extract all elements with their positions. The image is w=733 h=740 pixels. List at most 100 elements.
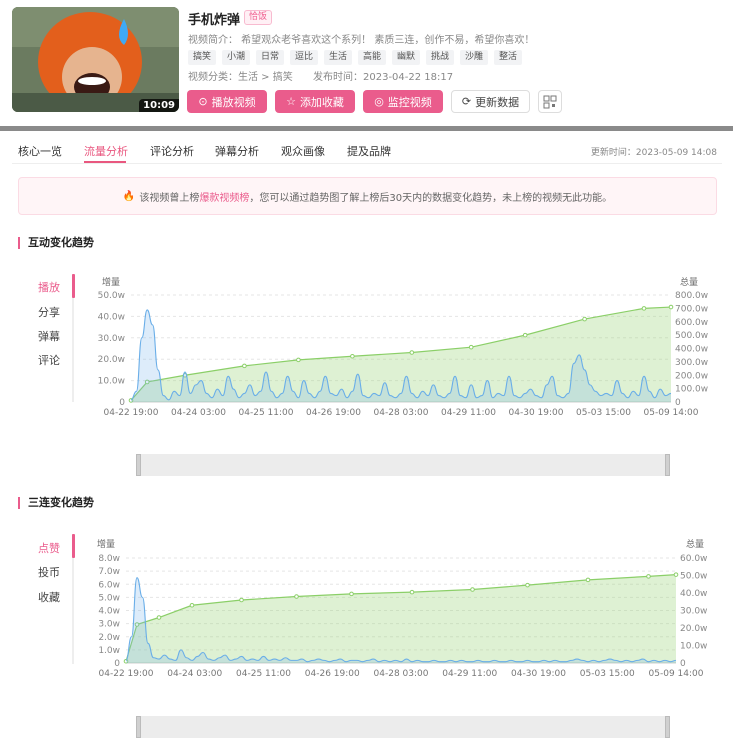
right-tick-label: 400.0w (675, 345, 708, 355)
total-point (470, 587, 475, 592)
refresh-data-button[interactable]: ⟳ 更新数据 (451, 90, 530, 113)
tag[interactable]: 逗比 (290, 50, 319, 65)
sponsored-badge: 恰饭 (244, 10, 273, 25)
tab-traffic[interactable]: 流量分析 (84, 143, 128, 159)
x-tick-label: 04-22 19:00 (104, 408, 159, 418)
chart-range-scroller[interactable] (136, 716, 670, 738)
left-tick-label: 7.0w (98, 567, 120, 577)
ranking-link[interactable]: 爆款视频榜 (199, 189, 249, 204)
right-tick-label: 60.0w (680, 554, 707, 564)
video-thumbnail[interactable]: 10:09 (12, 7, 179, 112)
play-video-button[interactable]: ⊙ 播放视频 (187, 90, 267, 113)
total-point (468, 344, 474, 350)
right-tick-label: 20.0w (680, 624, 707, 634)
total-point (673, 572, 679, 577)
monitor-video-button[interactable]: ◎ 监控视频 (363, 90, 443, 113)
tag[interactable]: 高能 (358, 50, 387, 65)
total-point (668, 304, 674, 310)
publish-time: 发布时间：2023-04-22 18:17 (313, 72, 454, 83)
left-tick-label: 0 (119, 398, 125, 408)
qrcode-button[interactable] (538, 90, 562, 113)
x-tick-label: 04-24 03:00 (167, 669, 222, 679)
tag[interactable]: 小潮 (222, 50, 251, 65)
left-tick-label: 0 (114, 659, 120, 669)
tag[interactable]: 生活 (324, 50, 353, 65)
right-tick-label: 0 (680, 659, 686, 669)
total-point (582, 316, 587, 322)
scroller-handle-left[interactable] (136, 716, 141, 738)
x-tick-label: 04-29 11:00 (441, 408, 496, 418)
right-tick-label: 800.0w (675, 291, 708, 301)
tag[interactable]: 日常 (256, 50, 285, 65)
tab-comments[interactable]: 评论分析 (150, 143, 194, 159)
triple-trend-chart[interactable]: 0 1.0w 2.0w 3.0w 4.0w 5.0w 6.0w 7.0w 8.0w 0 10.0w 2… (0, 548, 733, 688)
total-point (585, 577, 591, 583)
x-tick-label: 04-25 11:00 (236, 669, 291, 679)
tab-core[interactable]: 核心一览 (18, 143, 62, 159)
total-point (646, 574, 651, 579)
tab-audience[interactable]: 观众画像 (281, 143, 325, 159)
scroller-handle-right[interactable] (665, 716, 670, 738)
chart-range-scroller[interactable] (136, 454, 670, 476)
monitor-label: 监控视频 (387, 95, 432, 109)
right-tick-label: 10.0w (680, 642, 707, 652)
left-tick-label: 10.0w (98, 377, 125, 387)
x-tick-label: 04-24 03:00 (171, 408, 226, 418)
left-tick-label: 30.0w (98, 334, 125, 344)
total-point (242, 363, 247, 369)
x-tick-label: 04-28 03:00 (374, 669, 429, 679)
right-tick-label: 100.0w (675, 385, 708, 395)
x-tick-label: 04-30 19:00 (509, 408, 564, 418)
total-point (522, 332, 528, 338)
add-favorite-button[interactable]: ☆ 添加收藏 (275, 90, 355, 113)
total-point (156, 615, 162, 620)
tag[interactable]: 挑战 (426, 50, 455, 65)
video-category: 视频分类：生活 > 搞笑 (188, 72, 293, 83)
x-tick-label: 05-03 15:00 (580, 669, 635, 679)
play-label: 播放视频 (211, 95, 256, 109)
right-tick-label: 30.0w (680, 607, 707, 617)
scroller-handle-left[interactable] (136, 454, 141, 476)
right-tick-label: 500.0w (675, 331, 708, 341)
total-point (189, 602, 195, 608)
left-tick-label: 8.0w (98, 554, 120, 564)
left-tick-label: 5.0w (98, 593, 120, 603)
x-tick-label: 05-09 14:00 (649, 669, 704, 679)
divider-bar (0, 126, 733, 131)
total-area (126, 574, 676, 663)
right-tick-label: 0 (675, 398, 681, 408)
tab-danmaku[interactable]: 弹幕分析 (215, 143, 259, 159)
video-intro: 视频简介： 希望观众老爷喜欢这个系列！ 素质三连，创作不易，希望你喜欢！ (188, 35, 535, 46)
tag[interactable]: 整活 (494, 50, 523, 65)
video-duration: 10:09 (139, 99, 179, 112)
ranking-notice: 🔥 该视频曾上榜 爆款视频榜 ，您可以通过趋势图了解上榜后30天内的数据变化趋势… (18, 177, 717, 215)
x-tick-label: 04-30 19:00 (511, 669, 566, 679)
notice-pre: 该视频曾上榜 (139, 192, 200, 204)
update-time: 更新时间：2023-05-09 14:08 (590, 148, 717, 158)
tag[interactable]: 沙雕 (460, 50, 489, 65)
fire-icon: 🔥 (122, 190, 136, 202)
tab-brands[interactable]: 提及品牌 (347, 143, 391, 159)
x-tick-label: 04-26 19:00 (306, 408, 361, 418)
scroller-handle-right[interactable] (665, 454, 670, 476)
monitor-icon: ◎ (374, 95, 384, 108)
x-tick-label: 04-22 19:00 (99, 669, 154, 679)
video-title[interactable]: 手机炸弹 (188, 9, 240, 28)
right-tick-label: 300.0w (675, 358, 708, 368)
interaction-trend-chart[interactable]: 0 10.0w 20.0w 30.0w 40.0w 50.0w 0 100.0w 200.0w 3… (0, 285, 733, 425)
total-point (350, 353, 355, 359)
x-tick-label: 04-29 11:00 (442, 669, 497, 679)
right-tick-label: 700.0w (675, 304, 708, 314)
total-point (525, 582, 530, 588)
total-point (296, 357, 301, 363)
tag[interactable]: 幽默 (392, 50, 421, 65)
left-tick-label: 3.0w (98, 620, 120, 630)
tag[interactable]: 搞笑 (188, 50, 217, 65)
refresh-label: 更新数据 (475, 95, 520, 109)
refresh-icon: ⟳ (461, 95, 472, 108)
total-point (294, 594, 299, 599)
x-tick-label: 04-26 19:00 (305, 669, 360, 679)
x-tick-label: 05-09 14:00 (644, 408, 699, 418)
total-point (641, 306, 647, 311)
left-tick-label: 4.0w (98, 607, 120, 617)
